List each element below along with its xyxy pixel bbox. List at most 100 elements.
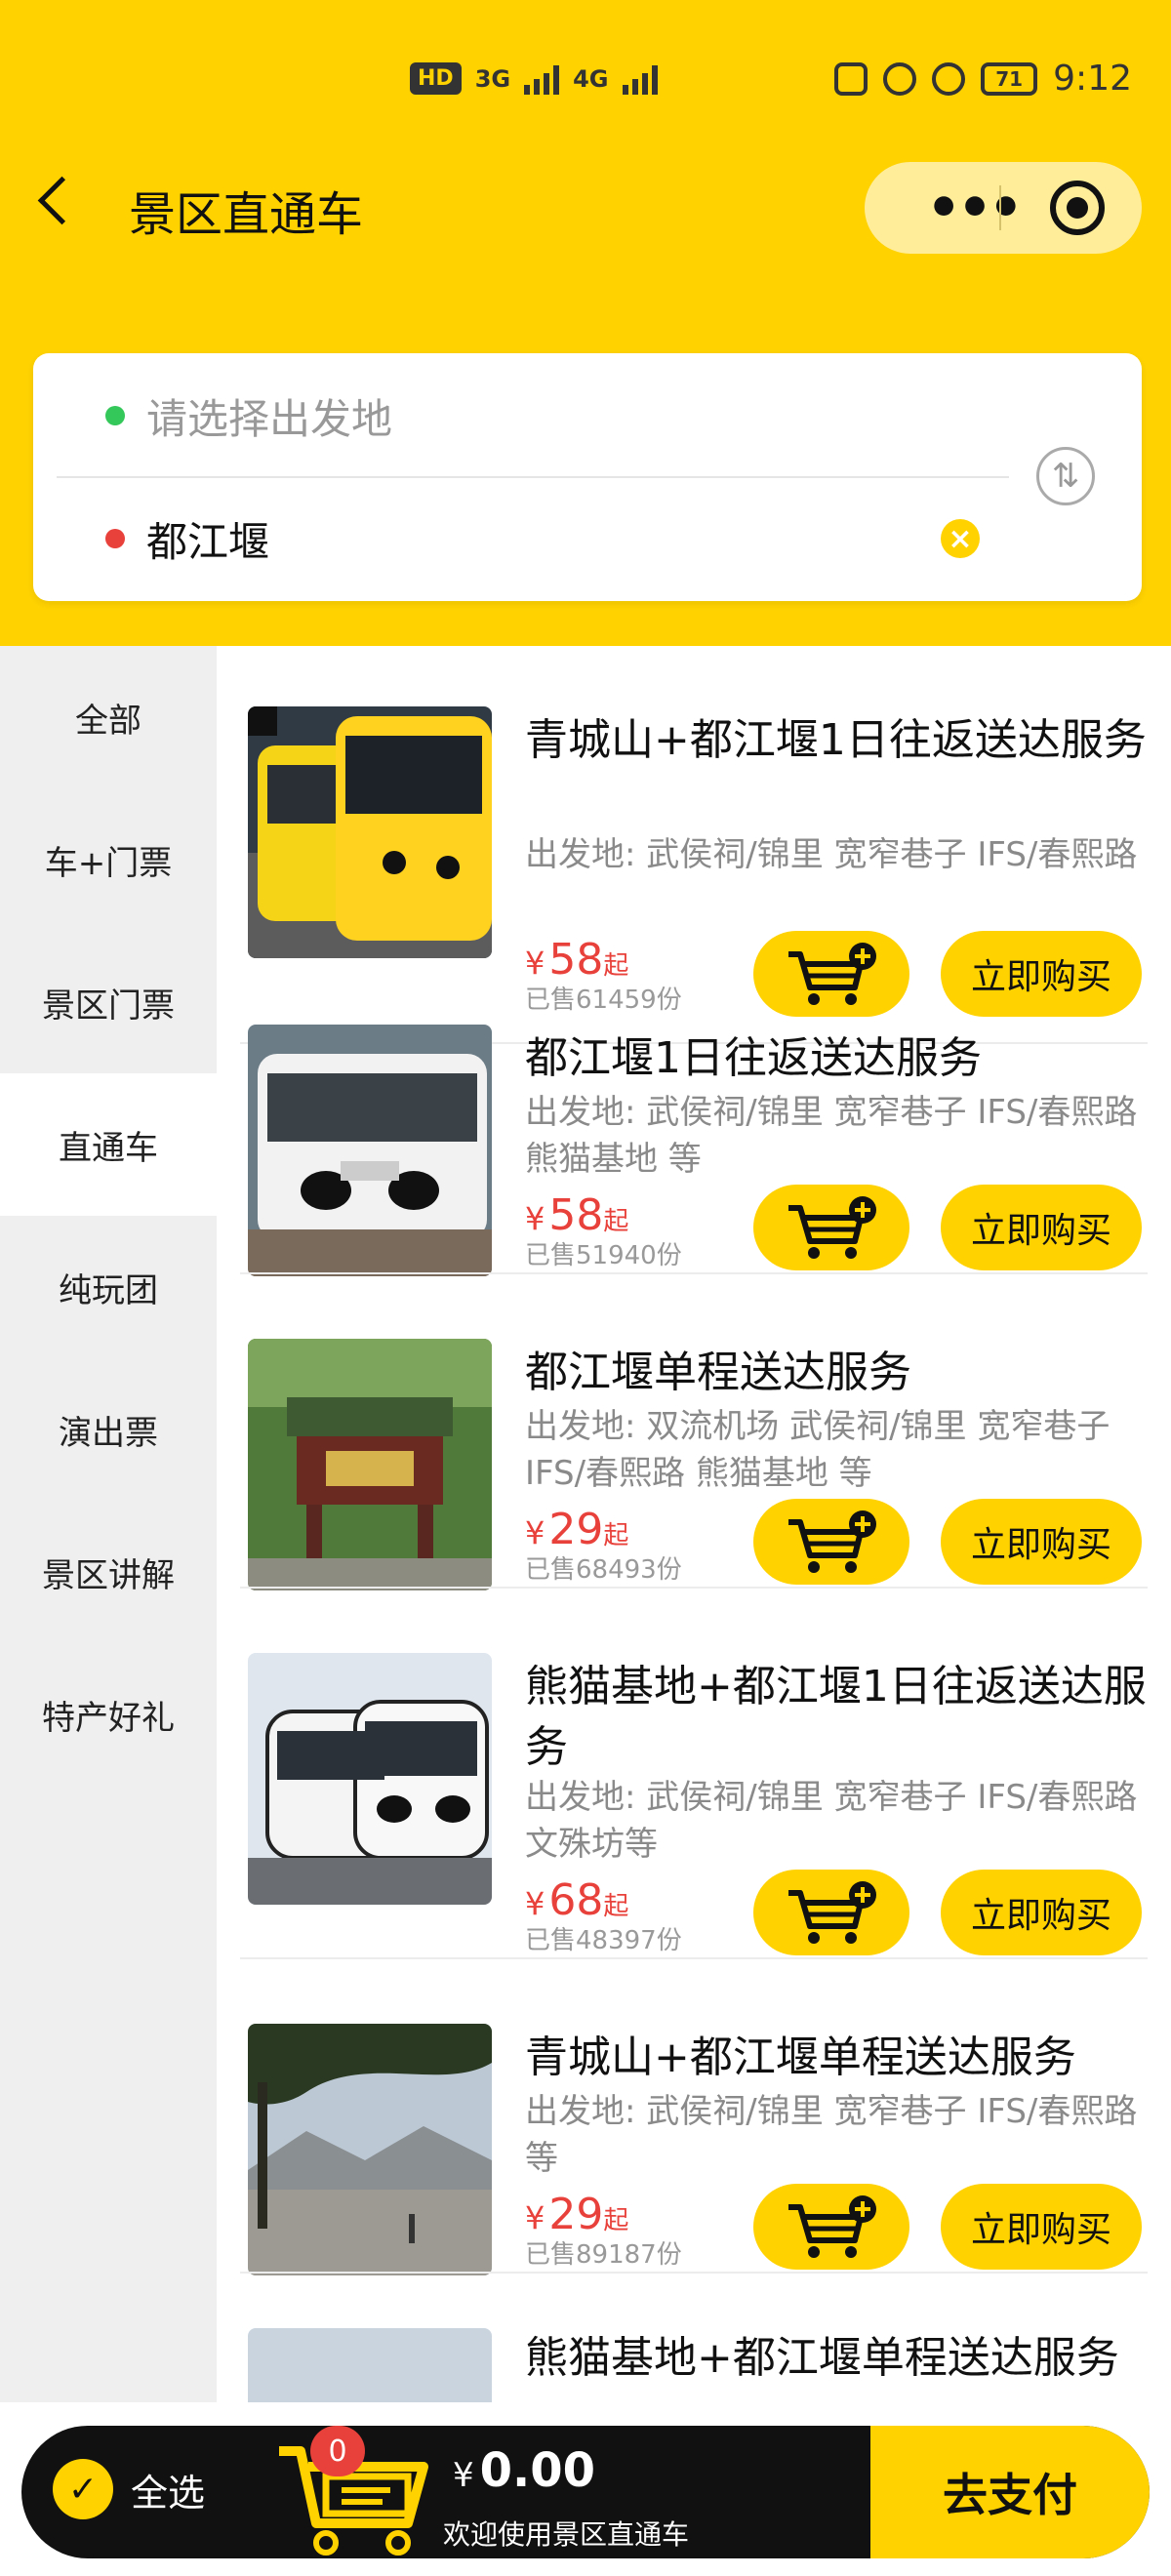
- sidebar-item-direct-bus[interactable]: 直通车: [0, 1073, 217, 1216]
- net-4g-label: 4G: [573, 64, 609, 93]
- product-title: 熊猫基地+都江堰1日往返送达服务: [525, 1662, 1147, 1772]
- product-title: 都江堰单程送达服务: [525, 1348, 911, 1397]
- list-item[interactable]: 青城山+都江堰单程送达服务 出发地: 武侯祠/锦里 宽窄巷子 IFS/春熙路 等…: [217, 1963, 1171, 2275]
- sidebar-item-guide[interactable]: 景区讲解: [0, 1501, 217, 1643]
- sold-count: 已售51940份: [525, 1241, 682, 1270]
- product-origin: 出发地: 武侯祠/锦里 宽窄巷子 IFS/春熙路: [525, 835, 1138, 874]
- add-to-cart-button[interactable]: [753, 1499, 909, 1585]
- route-selector: 请选择出发地 都江堰 × ⇅: [33, 353, 1142, 601]
- sidebar-item-scenic-tickets[interactable]: 景区门票: [0, 931, 217, 1073]
- product-title: 熊猫基地+都江堰单程送达服务: [525, 2333, 1119, 2383]
- product-origin: 出发地: 武侯祠/锦里 宽窄巷子 IFS/春熙路 文殊坊等: [525, 1778, 1138, 1864]
- product-price: ¥29起: [525, 1505, 628, 1554]
- select-all-label: 全选: [131, 2471, 206, 2515]
- sidebar-item-shows[interactable]: 演出票: [0, 1358, 217, 1501]
- more-icon[interactable]: •••: [900, 162, 1046, 254]
- system-indicators: 71 9:12: [834, 59, 1132, 99]
- product-title: 青城山+都江堰1日往返送达服务: [525, 715, 1147, 765]
- destination-field[interactable]: 都江堰: [105, 509, 269, 568]
- list-item[interactable]: 熊猫基地+都江堰单程送达服务: [217, 2277, 1171, 2402]
- cart-count-badge: 0: [310, 2426, 365, 2476]
- buy-now-button[interactable]: 立即购买: [941, 1870, 1142, 1955]
- cart-plus-icon: [788, 1510, 876, 1573]
- add-to-cart-button[interactable]: [753, 1185, 909, 1270]
- product-image: [248, 1025, 492, 1276]
- product-title: 都江堰1日往返送达服务: [525, 1033, 982, 1083]
- currency-symbol: ¥: [453, 2456, 474, 2495]
- signal-icon: [524, 63, 560, 95]
- price-value: 68: [548, 1875, 604, 1925]
- currency-symbol: ¥: [525, 1885, 545, 1922]
- sold-count: 已售89187份: [525, 2240, 682, 2270]
- price-suffix: 起: [603, 1207, 629, 1236]
- capsule-divider: [999, 185, 1001, 230]
- product-image: [248, 2328, 492, 2402]
- currency-symbol: ¥: [525, 1514, 545, 1551]
- item-divider: [240, 1587, 1148, 1589]
- pay-button[interactable]: 去支付: [870, 2426, 1150, 2558]
- product-price: ¥68起: [525, 1875, 628, 1925]
- add-to-cart-button[interactable]: [753, 1870, 909, 1955]
- product-image: [248, 2024, 492, 2275]
- product-title: 青城山+都江堰单程送达服务: [525, 2033, 1076, 2082]
- price-value: 58: [548, 1190, 604, 1240]
- add-to-cart-button[interactable]: [753, 2184, 909, 2270]
- sidebar-item-bus-ticket[interactable]: 车+门票: [0, 788, 217, 931]
- sold-count: 已售48397份: [525, 1926, 682, 1955]
- nfc-icon: [834, 61, 868, 96]
- departure-dot-icon: [105, 406, 125, 425]
- total-amount: ¥0.00: [453, 2443, 595, 2498]
- sidebar-item-all[interactable]: 全部: [0, 646, 217, 788]
- swap-route-icon[interactable]: ⇅: [1036, 447, 1095, 505]
- price-suffix: 起: [603, 1892, 629, 1921]
- check-icon: ✓: [53, 2459, 113, 2519]
- mute-icon: [932, 61, 966, 96]
- alarm-icon: [883, 61, 917, 96]
- close-miniprogram-icon[interactable]: [1050, 181, 1105, 235]
- item-divider: [240, 1272, 1148, 1274]
- sold-count: 已售68493份: [525, 1555, 682, 1585]
- clear-destination-icon[interactable]: ×: [941, 519, 980, 558]
- select-all-toggle[interactable]: ✓ 全选: [53, 2459, 205, 2519]
- signal-icon: [622, 63, 658, 95]
- destination-dot-icon: [105, 529, 125, 548]
- product-image: [248, 706, 492, 958]
- buy-now-button[interactable]: 立即购买: [941, 2184, 1142, 2270]
- battery-icon: 71: [981, 61, 1038, 96]
- product-price: ¥58起: [525, 1190, 628, 1240]
- status-bar: HD 3G 4G 71 9:12: [0, 0, 1171, 172]
- item-divider: [240, 2272, 1148, 2274]
- product-origin: 出发地: 武侯祠/锦里 宽窄巷子 IFS/春熙路 熊猫基地 等: [525, 1093, 1138, 1179]
- currency-symbol: ¥: [525, 1200, 545, 1237]
- list-item[interactable]: 熊猫基地+都江堰1日往返送达服务 出发地: 武侯祠/锦里 宽窄巷子 IFS/春熙…: [217, 1592, 1171, 1961]
- cart-plus-icon: [788, 1196, 876, 1259]
- sidebar-item-specialties[interactable]: 特产好礼: [0, 1643, 217, 1786]
- price-value: 29: [548, 2190, 604, 2239]
- net-3g-label: 3G: [474, 64, 511, 93]
- departure-placeholder: 请选择出发地: [146, 394, 393, 443]
- product-price: ¥29起: [525, 2190, 628, 2239]
- list-item[interactable]: 都江堰1日往返送达服务 出发地: 武侯祠/锦里 宽窄巷子 IFS/春熙路 熊猫基…: [217, 964, 1171, 1276]
- hd-icon: HD: [410, 62, 462, 95]
- route-divider: [57, 476, 1009, 478]
- product-list: 青城山+都江堰1日往返送达服务 出发地: 武侯祠/锦里 宽窄巷子 IFS/春熙路…: [217, 646, 1171, 2402]
- network-indicators: HD 3G 4G: [410, 62, 658, 95]
- list-item[interactable]: 都江堰单程送达服务 出发地: 双流机场 武侯祠/锦里 宽窄巷子 IFS/春熙路 …: [217, 1278, 1171, 1590]
- welcome-text: 欢迎使用景区直通车: [443, 2518, 690, 2551]
- clock: 9:12: [1053, 59, 1132, 99]
- item-divider: [240, 1957, 1148, 1959]
- total-value: 0.00: [479, 2443, 596, 2498]
- product-image: [248, 1339, 492, 1590]
- page-title: 景区直通车: [129, 187, 364, 242]
- price-value: 29: [548, 1505, 604, 1554]
- buy-now-button[interactable]: 立即购买: [941, 1185, 1142, 1270]
- buy-now-button[interactable]: 立即购买: [941, 1499, 1142, 1585]
- sidebar-item-pure-tour[interactable]: 纯玩团: [0, 1216, 217, 1358]
- destination-value: 都江堰: [146, 517, 270, 566]
- currency-symbol: ¥: [525, 2199, 545, 2236]
- miniprogram-capsule: •••: [865, 162, 1142, 254]
- departure-field[interactable]: 请选择出发地: [105, 386, 392, 445]
- cart-plus-icon: [788, 1881, 876, 1944]
- cart-plus-icon: [788, 2195, 876, 2258]
- product-image: [248, 1653, 492, 1905]
